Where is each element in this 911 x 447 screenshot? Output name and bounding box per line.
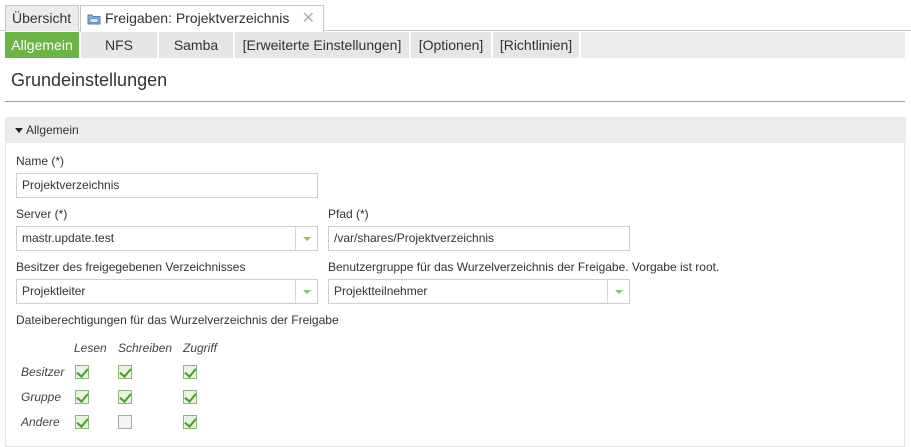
share-folder-icon bbox=[87, 8, 101, 33]
owner-label: Besitzer des freigegebenen Verzeichnisse… bbox=[16, 260, 246, 274]
perm-checkbox-group-access[interactable] bbox=[183, 390, 197, 404]
perm-row-group: Gruppe bbox=[21, 390, 62, 404]
chevron-down-icon bbox=[303, 237, 311, 241]
title-divider bbox=[5, 101, 905, 102]
subtab-erweiterte-einstellungen[interactable]: [Erweiterte Einstellungen] bbox=[235, 32, 411, 58]
section-title: Allgemein bbox=[26, 123, 79, 137]
group-label: Benutzergruppe für das Wurzelverzeichnis… bbox=[328, 260, 720, 274]
perm-col-read: Lesen bbox=[74, 341, 107, 355]
tab-share-label: Freigaben: Projektverzeichnis bbox=[105, 10, 290, 26]
perm-checkbox-other-access[interactable] bbox=[183, 415, 197, 429]
perm-col-access: Zugriff bbox=[183, 341, 218, 355]
page-title: Grundeinstellungen bbox=[11, 70, 168, 90]
perm-checkbox-other-write[interactable] bbox=[118, 415, 132, 429]
perm-row-owner: Besitzer bbox=[21, 365, 65, 379]
path-input[interactable]: /var/shares/Projektverzeichnis bbox=[328, 226, 630, 251]
tab-share-projektverzeichnis[interactable]: Freigaben: Projektverzeichnis ✕ bbox=[80, 5, 324, 32]
group-dropdown-button[interactable] bbox=[607, 280, 629, 303]
owner-dropdown-button[interactable] bbox=[295, 280, 317, 303]
perm-col-write: Schreiben bbox=[118, 341, 173, 355]
name-input[interactable]: Projektverzeichnis bbox=[16, 173, 318, 198]
perm-checkbox-group-write[interactable] bbox=[118, 390, 132, 404]
perm-row-other: Andere bbox=[21, 415, 60, 429]
server-dropdown-button[interactable] bbox=[295, 227, 317, 250]
permissions-label: Dateiberechtigungen für das Wurzelverzei… bbox=[16, 313, 339, 327]
close-tab-icon[interactable]: ✕ bbox=[302, 6, 315, 31]
chevron-down-icon bbox=[303, 290, 311, 294]
perm-checkbox-other-read[interactable] bbox=[75, 415, 89, 429]
perm-checkbox-owner-access[interactable] bbox=[183, 365, 197, 379]
subtab-optionen[interactable]: [Optionen] bbox=[411, 32, 493, 58]
section-header-allgemein[interactable]: Allgemein bbox=[6, 117, 906, 143]
tab-overview[interactable]: Übersicht bbox=[5, 5, 79, 31]
subtab-richtlinien[interactable]: [Richtlinien] bbox=[493, 32, 581, 58]
group-combobox[interactable]: Projektteilnehmer bbox=[328, 279, 630, 304]
perm-checkbox-group-read[interactable] bbox=[75, 390, 89, 404]
name-label: Name (*) bbox=[16, 154, 65, 168]
subtab-allgemein[interactable]: Allgemein bbox=[5, 32, 81, 58]
path-label: Pfad (*) bbox=[328, 207, 369, 221]
tab-overview-label: Übersicht bbox=[12, 10, 72, 26]
subtab-nfs[interactable]: NFS bbox=[81, 32, 159, 58]
top-tab-bar: Übersicht Freigaben: Projektverzeichnis … bbox=[0, 0, 911, 32]
group-value: Projektteilnehmer bbox=[334, 284, 428, 298]
subtab-samba[interactable]: Samba bbox=[159, 32, 235, 58]
module-subtab-bar: Allgemein NFS Samba [Erweiterte Einstell… bbox=[5, 32, 905, 58]
collapse-triangle-icon bbox=[15, 128, 23, 133]
server-label: Server (*) bbox=[16, 207, 68, 221]
owner-combobox[interactable]: Projektleiter bbox=[16, 279, 318, 304]
server-combobox[interactable]: mastr.update.test bbox=[16, 226, 318, 251]
perm-checkbox-owner-write[interactable] bbox=[118, 365, 132, 379]
perm-checkbox-owner-read[interactable] bbox=[75, 365, 89, 379]
chevron-down-icon bbox=[615, 290, 623, 294]
owner-value: Projektleiter bbox=[22, 284, 86, 298]
server-value: mastr.update.test bbox=[22, 231, 115, 245]
